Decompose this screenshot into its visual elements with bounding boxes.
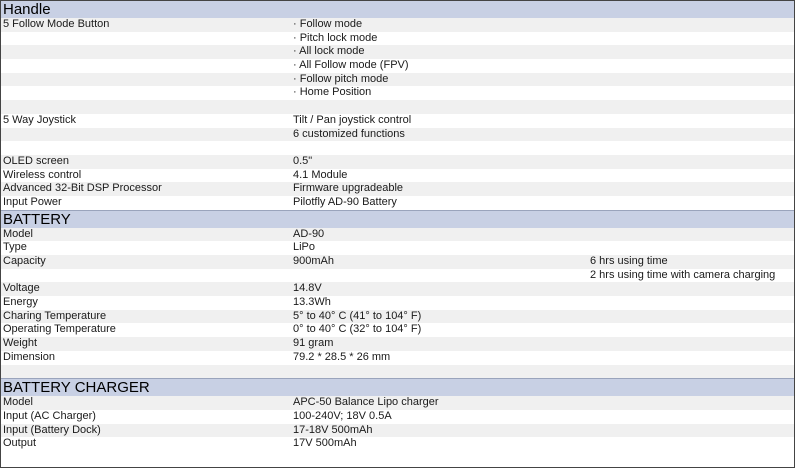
row-label: Charing Temperature bbox=[3, 309, 107, 322]
row-label: Advanced 32-Bit DSP Processor bbox=[3, 182, 162, 195]
table-row: Input Power Pilotfly AD-90 Battery bbox=[1, 196, 794, 210]
table-row: 5 Way Joystick Tilt / Pan joystick contro… bbox=[1, 114, 794, 128]
table-row: Operating Temperature 0° to 40° C (32° to… bbox=[1, 323, 794, 337]
table-row: Input (AC Charger) 100-240V; 18V 0.5A bbox=[1, 410, 794, 424]
table-row: Weight 91 gram bbox=[1, 337, 794, 351]
section-title: BATTERY CHARGER bbox=[3, 379, 150, 397]
row-value: Tilt / Pan joystick control bbox=[293, 113, 412, 126]
table-row: Model APC-50 Balance Lipo charger bbox=[1, 396, 794, 410]
row-label: Dimension bbox=[3, 350, 55, 363]
row-label: Model bbox=[3, 227, 33, 240]
row-value: 6 customized functions bbox=[293, 127, 405, 140]
row-value: · Follow mode bbox=[293, 18, 363, 30]
table-row bbox=[1, 141, 794, 155]
table-row: 6 customized functions bbox=[1, 127, 794, 142]
row-label: Type bbox=[3, 241, 27, 254]
row-value: 17-18V 500mAh bbox=[293, 423, 373, 436]
row-label: 5 Follow Mode Button bbox=[3, 18, 110, 30]
table-row: Capacity 900mAh 6 hrs using time bbox=[1, 255, 794, 269]
row-value: 91 gram bbox=[293, 337, 334, 350]
row-value: · Home Position bbox=[293, 86, 372, 99]
table-row: · Pitch lock mode bbox=[1, 32, 794, 46]
row-label: Voltage bbox=[3, 282, 40, 295]
row-value: · All Follow mode (FPV) bbox=[293, 59, 409, 72]
table-row: Model AD-90 bbox=[1, 227, 794, 242]
row-label: Capacity bbox=[3, 255, 46, 267]
row-value: APC-50 Balance Lipo charger bbox=[293, 396, 439, 409]
table-row: · All Follow mode (FPV) bbox=[1, 59, 794, 73]
row-value: LiPo bbox=[293, 241, 316, 254]
spec-rows: Handle 5 Follow Mode Button · Follow mode ·… bbox=[1, 1, 794, 451]
table-row: · All lock mode bbox=[1, 45, 794, 60]
row-value: · Pitch lock mode bbox=[293, 31, 378, 44]
row-label: Input (AC Charger) bbox=[3, 409, 96, 422]
row-label: Energy bbox=[3, 296, 38, 309]
row-label: Wireless control bbox=[3, 168, 82, 181]
table-row: 2 hrs using time with camera charging bbox=[1, 269, 794, 283]
row-value: · Follow pitch mode bbox=[293, 72, 389, 85]
row-label: OLED screen bbox=[3, 154, 70, 167]
row-value: 900mAh bbox=[293, 255, 334, 267]
row-value: 0.5" bbox=[293, 154, 313, 167]
table-row: Energy 13.3Wh bbox=[1, 296, 794, 310]
row-label: Output bbox=[3, 437, 37, 450]
row-value: 79.2 * 28.5 * 26 mm bbox=[293, 350, 391, 363]
table-row: Output 17V 500mAh bbox=[1, 437, 794, 451]
table-row bbox=[1, 100, 794, 114]
row-label: Operating Temperature bbox=[3, 323, 116, 336]
table-row: Type LiPo bbox=[1, 241, 794, 255]
table-row: OLED screen 0.5" bbox=[1, 154, 794, 169]
table-row: Advanced 32-Bit DSP Processor Firmware up… bbox=[1, 182, 794, 196]
row-value: AD-90 bbox=[293, 227, 325, 240]
section-header: BATTERY bbox=[1, 209, 794, 228]
table-row: Input (Battery Dock) 17-18V 500mAh bbox=[1, 423, 794, 438]
row-value: 13.3Wh bbox=[293, 296, 331, 309]
row-label: Model bbox=[3, 396, 33, 409]
row-note: 6 hrs using time bbox=[590, 255, 668, 267]
table-row: Voltage 14.8V bbox=[1, 282, 794, 297]
row-value: Firmware upgradeable bbox=[293, 182, 404, 195]
row-label: Input (Battery Dock) bbox=[3, 423, 101, 436]
row-label: Input Power bbox=[3, 195, 62, 208]
table-row: · Follow pitch mode bbox=[1, 72, 794, 87]
row-value: 14.8V bbox=[293, 282, 322, 295]
table-row bbox=[1, 364, 794, 379]
section-header: BATTERY CHARGER bbox=[1, 378, 794, 397]
table-row: Dimension 79.2 * 28.5 * 26 mm bbox=[1, 351, 794, 365]
row-value: 4.1 Module bbox=[293, 168, 348, 181]
row-value: 0° to 40° C (32° to 104° F) bbox=[293, 323, 422, 336]
table-row: · Home Position bbox=[1, 86, 794, 100]
row-value: 100-240V; 18V 0.5A bbox=[293, 409, 392, 422]
table-row: 5 Follow Mode Button · Follow mode bbox=[1, 18, 794, 32]
section-title: BATTERY bbox=[3, 210, 71, 228]
table-row: Wireless control 4.1 Module bbox=[1, 169, 794, 183]
section-header: Handle bbox=[1, 1, 794, 18]
section-title: Handle bbox=[3, 1, 51, 18]
spec-table: Handle 5 Follow Mode Button · Follow mode ·… bbox=[0, 0, 795, 468]
row-value: · All lock mode bbox=[293, 45, 365, 58]
row-value: 5° to 40° C (41° to 104° F) bbox=[293, 309, 422, 322]
table-row: Charing Temperature 5° to 40° C (41° to 1… bbox=[1, 309, 794, 324]
row-label: 5 Way Joystick bbox=[3, 113, 76, 126]
row-value: 17V 500mAh bbox=[293, 437, 357, 450]
row-label: Weight bbox=[3, 337, 38, 350]
row-note: 2 hrs using time with camera charging bbox=[590, 268, 776, 281]
row-value: Pilotfly AD-90 Battery bbox=[293, 195, 397, 208]
